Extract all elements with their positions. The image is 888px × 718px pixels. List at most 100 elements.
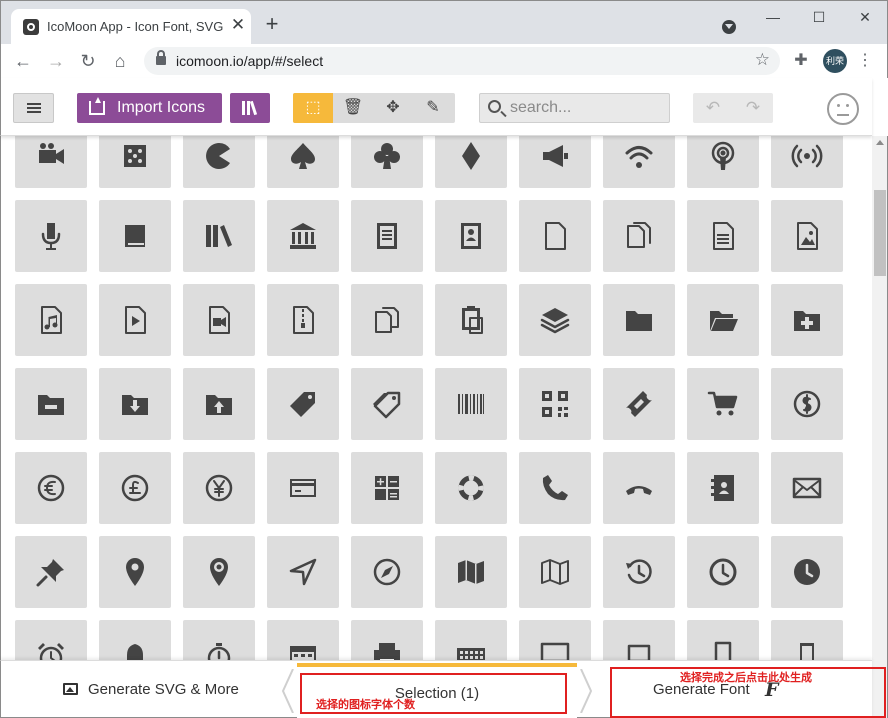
back-arrow-icon[interactable]: ← <box>12 50 34 72</box>
icon-tile-file-video[interactable] <box>183 284 255 356</box>
import-icons-button[interactable]: Import Icons <box>77 93 222 123</box>
icon-tile-mobile2[interactable] <box>771 620 843 660</box>
icon-tile-coin-pound[interactable] <box>99 452 171 524</box>
icon-tile-file-zip[interactable] <box>267 284 339 356</box>
icon-tile-location2[interactable] <box>183 536 255 608</box>
tab-close-icon[interactable]: ✕ <box>229 16 247 34</box>
reload-icon[interactable]: ↻ <box>77 50 99 72</box>
icon-tile-podcast[interactable] <box>687 136 759 188</box>
icon-tile-file-text[interactable] <box>351 200 423 272</box>
icon-library-button[interactable] <box>230 93 270 123</box>
lock-icon[interactable] <box>156 50 166 65</box>
icon-tile-feed[interactable] <box>771 136 843 188</box>
icon-tile-coin-dollar[interactable] <box>771 368 843 440</box>
icon-tile-credit-card[interactable] <box>267 452 339 524</box>
address-bar[interactable]: icomoon.io/app/#/select ☆ <box>144 47 780 75</box>
edit-tool-icon[interactable]: ✎ <box>413 93 453 123</box>
icon-tile-file-empty[interactable] <box>519 200 591 272</box>
icon-tile-stack[interactable] <box>519 284 591 356</box>
icon-tile-address-book[interactable] <box>687 452 759 524</box>
icon-tile-coin-euro[interactable] <box>15 452 87 524</box>
icon-tile-spades[interactable] <box>267 136 339 188</box>
icon-tile-files-empty[interactable] <box>603 200 675 272</box>
icon-tile-history[interactable] <box>603 536 675 608</box>
profile-avatar[interactable]: 利荣 <box>823 49 847 73</box>
scrollbar-thumb[interactable] <box>874 190 886 276</box>
icon-tile-display[interactable] <box>519 620 591 660</box>
minimize-icon[interactable]: — <box>761 7 785 27</box>
icon-tile-price-tag[interactable] <box>267 368 339 440</box>
icon-tile-clock[interactable] <box>687 536 759 608</box>
home-icon[interactable]: ⌂ <box>109 50 131 72</box>
window-close-icon[interactable]: ✕ <box>853 7 877 27</box>
icon-tile-folder-minus[interactable] <box>15 368 87 440</box>
icon-tile-phone-hang-up[interactable] <box>603 452 675 524</box>
icon-search-box[interactable] <box>479 93 670 123</box>
icon-tile-ticket[interactable] <box>603 368 675 440</box>
icon-tile-qrcode[interactable] <box>519 368 591 440</box>
icon-tile-connection[interactable] <box>603 136 675 188</box>
undo-icon[interactable]: ↶ <box>693 93 733 123</box>
icon-tile-clock2[interactable] <box>771 536 843 608</box>
main-menu-button[interactable] <box>13 93 54 123</box>
icon-tile-file-music[interactable] <box>15 284 87 356</box>
icon-tile-bullhorn[interactable] <box>519 136 591 188</box>
icon-tile-book[interactable] <box>99 200 171 272</box>
browser-menu-icon[interactable]: ⋮ <box>857 50 873 72</box>
icon-tile-coin-yen[interactable] <box>183 452 255 524</box>
icon-tile-stopwatch[interactable] <box>183 620 255 660</box>
icon-tile-pushpin[interactable] <box>15 536 87 608</box>
url-text[interactable]: icomoon.io/app/#/select <box>176 53 323 69</box>
icon-tile-folder[interactable] <box>603 284 675 356</box>
icon-tile-books[interactable] <box>183 200 255 272</box>
icon-tile-keyboard[interactable] <box>435 620 507 660</box>
icon-search-input[interactable] <box>510 98 660 118</box>
icon-tile-lifebuoy[interactable] <box>435 452 507 524</box>
page-scrollbar[interactable] <box>872 136 888 718</box>
icon-tile-mic[interactable] <box>15 200 87 272</box>
icon-tile-clubs[interactable] <box>351 136 423 188</box>
icon-tile-map[interactable] <box>435 536 507 608</box>
icon-tile-envelop[interactable] <box>771 452 843 524</box>
icon-tile-file-picture[interactable] <box>771 200 843 272</box>
icon-tile-profile[interactable] <box>435 200 507 272</box>
bookmark-star-icon[interactable]: ☆ <box>755 50 770 70</box>
icon-tile-copy[interactable] <box>351 284 423 356</box>
icon-tile-pacman[interactable] <box>183 136 255 188</box>
icon-tile-calendar[interactable] <box>267 620 339 660</box>
extensions-puzzle-icon[interactable]: ✚ <box>792 52 810 70</box>
browser-tab[interactable]: IcoMoon App - Icon Font, SVG ✕ <box>11 9 251 45</box>
icon-tile-file-play[interactable] <box>99 284 171 356</box>
icon-tile-compass[interactable] <box>267 536 339 608</box>
icon-tile-diamonds[interactable] <box>435 136 507 188</box>
delete-tool-icon[interactable]: 🗑 <box>333 93 373 123</box>
maximize-icon[interactable]: ☐ <box>807 7 831 27</box>
icon-tile-cart[interactable] <box>687 368 759 440</box>
icon-tile-map2[interactable] <box>519 536 591 608</box>
icon-tile-compass2[interactable] <box>351 536 423 608</box>
icon-tile-price-tags[interactable] <box>351 368 423 440</box>
icon-tile-phone[interactable] <box>519 452 591 524</box>
icon-tile-folder-open[interactable] <box>687 284 759 356</box>
icon-tile-mobile[interactable] <box>687 620 759 660</box>
icon-tile-barcode[interactable] <box>435 368 507 440</box>
tab-search-icon[interactable] <box>722 20 736 34</box>
icon-tile-bell[interactable] <box>99 620 171 660</box>
icon-tile-dice[interactable] <box>99 136 171 188</box>
forward-arrow-icon[interactable]: → <box>45 50 67 72</box>
icon-tile-video-camera[interactable] <box>15 136 87 188</box>
select-tool-icon[interactable]: ⬚ <box>293 93 333 123</box>
icon-tile-calculator[interactable] <box>351 452 423 524</box>
icon-tile-alarm[interactable] <box>15 620 87 660</box>
new-tab-button[interactable]: + <box>261 13 283 35</box>
icon-tile-laptop[interactable] <box>603 620 675 660</box>
icon-tile-file-text2[interactable] <box>687 200 759 272</box>
user-smiley-icon[interactable] <box>827 93 859 125</box>
icon-tile-folder-download[interactable] <box>99 368 171 440</box>
icon-tile-location[interactable] <box>99 536 171 608</box>
redo-icon[interactable]: ↷ <box>733 93 773 123</box>
icon-tile-folder-upload[interactable] <box>183 368 255 440</box>
icon-tile-library[interactable] <box>267 200 339 272</box>
move-tool-icon[interactable]: ✥ <box>373 93 413 123</box>
icon-tile-printer[interactable] <box>351 620 423 660</box>
